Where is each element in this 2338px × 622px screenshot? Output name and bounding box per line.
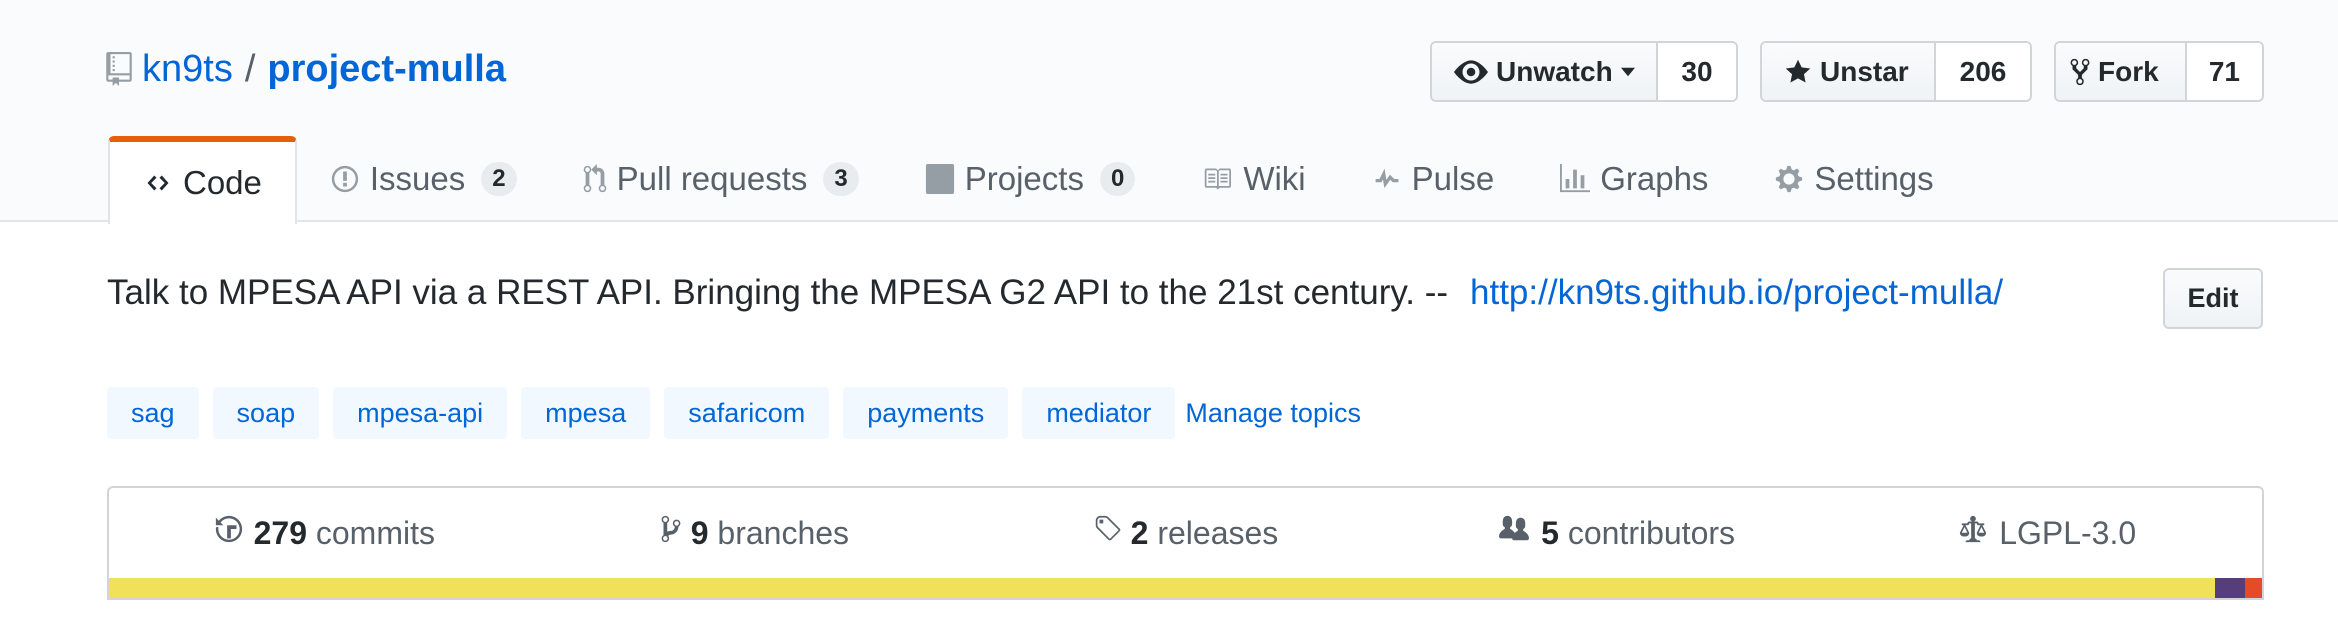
- topic-tag[interactable]: mpesa: [521, 387, 651, 439]
- language-segment: [2244, 578, 2262, 598]
- edit-button[interactable]: Edit: [2163, 268, 2263, 329]
- tab-pulse[interactable]: Pulse: [1339, 136, 1528, 222]
- topic-tag[interactable]: mpesa-api: [333, 387, 508, 439]
- issue-icon: [330, 164, 360, 194]
- unstar-label: Unstar: [1820, 55, 1909, 87]
- tab-label: Settings: [1814, 160, 1934, 197]
- commits-label: commits: [315, 514, 435, 551]
- pull-request-icon: [583, 164, 607, 194]
- pull-requests-count-badge: 3: [823, 162, 859, 196]
- topic-tag[interactable]: safaricom: [664, 387, 830, 439]
- code-icon: [143, 171, 173, 195]
- people-icon: [1497, 514, 1531, 552]
- manage-topics-link[interactable]: Manage topics: [1185, 398, 1361, 429]
- repo-title: kn9ts / project-mulla: [106, 44, 506, 94]
- tab-projects[interactable]: Projects 0: [892, 136, 1169, 222]
- repo-icon: [106, 52, 132, 86]
- fork-button-group: Fork 71: [2054, 41, 2264, 102]
- eye-icon: [1454, 59, 1488, 84]
- caret-down-icon: [1620, 67, 1635, 77]
- language-segment: [109, 578, 2215, 598]
- star-button-group: Unstar 206: [1760, 41, 2032, 102]
- watchers-count[interactable]: 30: [1658, 43, 1736, 100]
- repo-description: Talk to MPESA API via a REST API. Bringi…: [107, 267, 2107, 319]
- tab-graphs[interactable]: Graphs: [1527, 136, 1741, 222]
- releases-label: releases: [1157, 514, 1279, 551]
- repo-nav-tabs: Code Issues 2 Pull requests 3 Projects 0…: [108, 136, 1967, 224]
- branches-link[interactable]: 9 branches: [540, 514, 971, 552]
- watch-button-group: Unwatch 30: [1430, 41, 1738, 102]
- graph-icon: [1560, 164, 1591, 194]
- unstar-button[interactable]: Unstar: [1762, 43, 1936, 100]
- tab-label: Code: [183, 164, 262, 201]
- forks-count[interactable]: 71: [2186, 43, 2262, 100]
- path-separator: /: [244, 47, 256, 90]
- tab-label: Wiki: [1243, 160, 1306, 197]
- tab-pull-requests[interactable]: Pull requests 3: [550, 136, 892, 222]
- fork-label: Fork: [2098, 55, 2159, 87]
- repo-name-link[interactable]: project-mulla: [267, 48, 506, 91]
- commits-link[interactable]: 279 commits: [109, 514, 540, 552]
- branches-label: branches: [717, 514, 850, 551]
- tab-label: Issues: [369, 160, 466, 197]
- tab-issues[interactable]: Issues 2: [297, 136, 550, 222]
- tab-label: Pull requests: [616, 160, 808, 197]
- contributors-link[interactable]: 5 contributors: [1401, 514, 1832, 552]
- tab-label: Graphs: [1600, 160, 1709, 197]
- fork-button[interactable]: Fork: [2056, 43, 2187, 100]
- commits-count: 279: [253, 514, 307, 551]
- releases-count: 2: [1130, 514, 1149, 551]
- description-text: Talk to MPESA API via a REST API. Bringi…: [107, 273, 1449, 312]
- book-icon: [1201, 165, 1233, 193]
- license-link[interactable]: LGPL-3.0: [1831, 514, 2262, 552]
- project-icon: [925, 164, 955, 194]
- fork-icon: [2070, 57, 2090, 87]
- tab-settings[interactable]: Settings: [1741, 136, 1966, 222]
- license-label: LGPL-3.0: [1999, 514, 2137, 551]
- contributors-label: contributors: [1567, 514, 1736, 551]
- projects-count-badge: 0: [1099, 162, 1136, 196]
- topic-tag[interactable]: soap: [212, 387, 320, 439]
- language-segment: [2214, 578, 2245, 598]
- homepage-link[interactable]: http://kn9ts.github.io/project-mulla/: [1470, 273, 2003, 312]
- issues-count-badge: 2: [481, 162, 517, 196]
- branch-icon: [661, 514, 681, 552]
- tab-label: Pulse: [1411, 160, 1495, 197]
- releases-link[interactable]: 2 releases: [970, 514, 1401, 552]
- tab-wiki[interactable]: Wiki: [1168, 136, 1338, 222]
- contributors-count: 5: [1541, 514, 1559, 551]
- pulse-icon: [1372, 166, 1402, 192]
- tab-label: Projects: [964, 160, 1084, 197]
- unwatch-button[interactable]: Unwatch: [1432, 43, 1658, 100]
- history-icon: [214, 514, 244, 552]
- star-icon: [1784, 58, 1812, 86]
- topic-tag[interactable]: sag: [107, 387, 199, 439]
- law-icon: [1957, 514, 1989, 552]
- repo-summary: 279 commits 9 branches 2 releases 5 cont…: [107, 486, 2264, 600]
- tag-icon: [1093, 514, 1121, 552]
- gear-icon: [1774, 164, 1804, 194]
- language-bar[interactable]: [109, 578, 2262, 598]
- tab-code[interactable]: Code: [108, 136, 297, 224]
- topic-tag[interactable]: mediator: [1022, 387, 1176, 439]
- unwatch-label: Unwatch: [1496, 55, 1613, 87]
- branches-count: 9: [690, 514, 709, 551]
- repo-owner-link[interactable]: kn9ts: [142, 48, 233, 91]
- stargazers-count[interactable]: 206: [1936, 43, 2030, 100]
- topics-list: sag soap mpesa-api mpesa safaricom payme…: [107, 387, 1361, 439]
- topic-tag[interactable]: payments: [843, 387, 1009, 439]
